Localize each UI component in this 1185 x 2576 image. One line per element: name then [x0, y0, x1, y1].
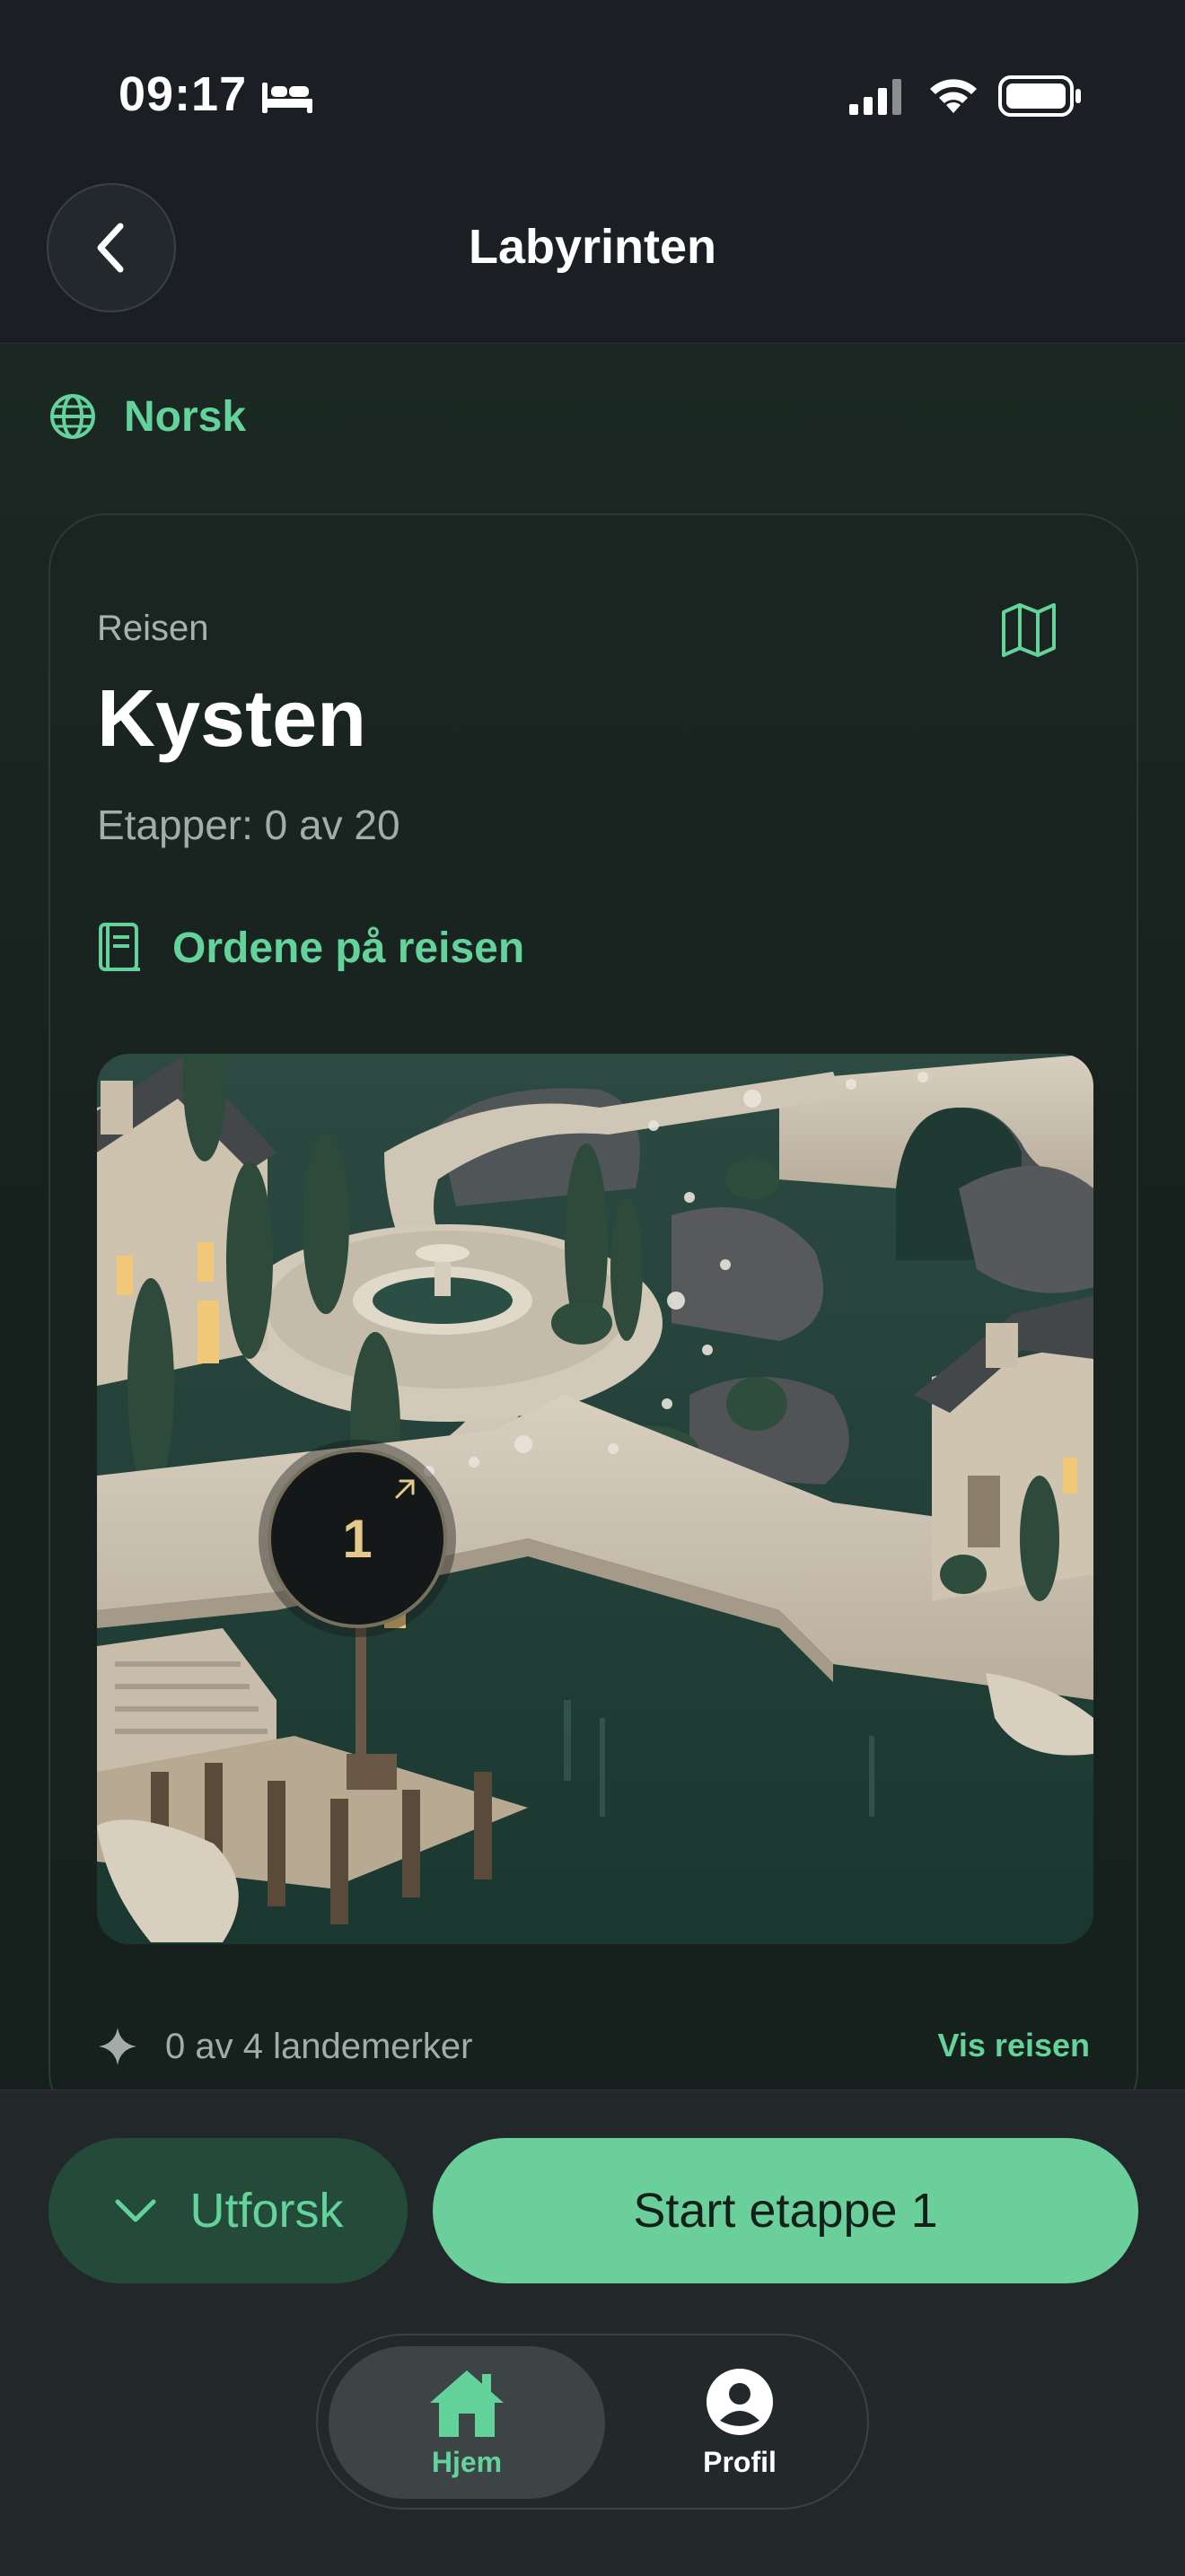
- bed-icon: [262, 83, 312, 113]
- start-stage-label: Start etappe 1: [633, 2184, 938, 2238]
- tab-home-label: Hjem: [431, 2445, 503, 2478]
- top-bar: 09:17 Labyrinten: [0, 0, 1185, 344]
- signal-icon: [849, 79, 901, 115]
- language-selector[interactable]: Norsk: [48, 391, 246, 442]
- status-time: 09:17: [118, 67, 248, 121]
- journey-words-label: Ordene på reisen: [172, 924, 525, 972]
- journey-card: Reisen Kysten Etapper: 0 av 20 Ordene på…: [48, 513, 1138, 2129]
- tab-home[interactable]: Hjem: [329, 2346, 605, 2499]
- tab-profile[interactable]: Profil: [623, 2346, 856, 2499]
- stage-1-marker[interactable]: 1: [268, 1449, 447, 1628]
- user-circle-icon: [707, 2368, 773, 2435]
- book-icon: [99, 923, 140, 971]
- journey-title: Kysten: [97, 674, 367, 764]
- globe-icon: [50, 394, 95, 439]
- chevron-down-icon: [115, 2199, 156, 2222]
- explore-button[interactable]: Utforsk: [48, 2138, 408, 2283]
- stage-progress: Etapper: 0 av 20: [97, 802, 400, 848]
- page-title: Labyrinten: [468, 220, 717, 274]
- arrow-up-right-icon: [395, 1479, 415, 1499]
- tab-profile-label: Profil: [703, 2445, 777, 2478]
- start-stage-button[interactable]: Start etappe 1: [433, 2138, 1138, 2283]
- landmark-count: 0 av 4 landemerker: [165, 2026, 473, 2066]
- wifi-icon: [930, 79, 977, 113]
- home-icon: [430, 2370, 504, 2437]
- card-eyebrow: Reisen: [97, 609, 209, 648]
- tab-bar: Hjem Profil: [316, 2334, 869, 2510]
- coastal-village-illustration: [97, 1054, 1093, 1944]
- journey-map-illustration: 1: [97, 1054, 1093, 1944]
- landmark-progress: 0 av 4 landemerker: [97, 2023, 472, 2070]
- show-journey-link[interactable]: Vis reisen: [938, 2027, 1090, 2064]
- language-label: Norsk: [124, 392, 247, 441]
- stage-number: 1: [342, 1508, 373, 1569]
- sparkle-icon: [99, 2028, 136, 2065]
- explore-label: Utforsk: [189, 2184, 344, 2238]
- journey-words-link[interactable]: Ordene på reisen: [97, 919, 524, 977]
- map-icon[interactable]: [998, 600, 1059, 661]
- battery-icon: [998, 75, 1081, 117]
